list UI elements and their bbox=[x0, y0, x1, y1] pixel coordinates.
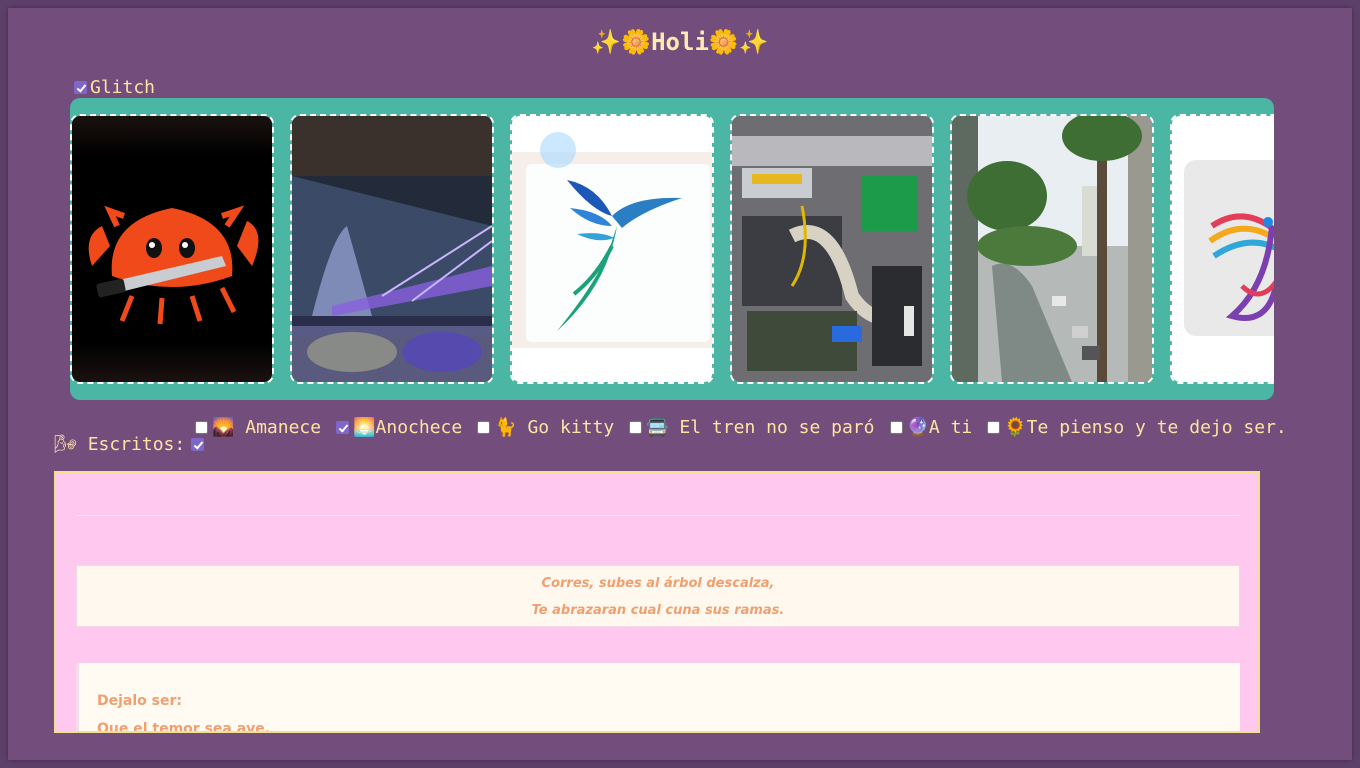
tab-label: 🌻Te pienso y te dejo ser. bbox=[1004, 417, 1287, 438]
gallery-image-computer[interactable] bbox=[730, 114, 934, 384]
tab-checkbox[interactable] bbox=[987, 421, 1001, 434]
gallery-image-bridge[interactable] bbox=[290, 114, 494, 384]
tab-checkbox[interactable] bbox=[336, 421, 350, 434]
tab-checkbox[interactable] bbox=[195, 421, 208, 434]
tab-label: 🌅Anochece bbox=[353, 417, 463, 438]
page-title: ✨🌼Holi🌼✨ bbox=[591, 28, 769, 56]
writings-checkbox[interactable] bbox=[191, 438, 205, 451]
tab-el-tren[interactable]: 🚍 El tren no se paró bbox=[629, 417, 875, 438]
writings-label: 🌬 Escritos: bbox=[54, 434, 186, 455]
tab-a-ti[interactable]: 🔮A ti bbox=[889, 417, 973, 438]
gallery-image-hummingbird[interactable] bbox=[510, 114, 714, 384]
tab-amanece[interactable]: 🌄 Amanece bbox=[195, 417, 321, 438]
image-gallery[interactable] bbox=[70, 98, 1274, 400]
poem-stanza-2: Dejalo ser: Que el temor sea ave. bbox=[76, 663, 1240, 733]
glitch-label: Glitch bbox=[90, 77, 156, 98]
divider bbox=[76, 515, 1240, 516]
glitch-toggle[interactable]: Glitch bbox=[74, 77, 155, 98]
glitch-checkbox[interactable] bbox=[74, 81, 87, 94]
poem-line: Te abrazaran cual cuna sus ramas. bbox=[531, 603, 785, 618]
tab-label: 🚍 El tren no se paró bbox=[646, 417, 875, 438]
poem-stanza-1: Corres, subes al árbol descalza, Te abra… bbox=[76, 565, 1240, 627]
poem-line: Que el temor sea ave. bbox=[97, 721, 271, 733]
tab-checkbox[interactable] bbox=[477, 421, 491, 434]
tab-te-pienso[interactable]: 🌻Te pienso y te dejo ser. bbox=[987, 417, 1287, 438]
gallery-image-colorful-bird[interactable] bbox=[1170, 114, 1274, 384]
tab-label: 🌄 Amanece bbox=[212, 417, 322, 438]
tab-checkbox[interactable] bbox=[629, 421, 643, 434]
tab-label: 🐈 Go kitty bbox=[494, 417, 615, 438]
gallery-image-crab[interactable] bbox=[70, 114, 274, 384]
tab-label: 🔮A ti bbox=[906, 417, 973, 438]
writings-tabs: 🌄 Amanece 🌅Anochece 🐈 Go kitty 🚍 El tren… bbox=[195, 417, 1302, 438]
tab-checkbox[interactable] bbox=[889, 421, 903, 434]
writing-content[interactable]: Corres, subes al árbol descalza, Te abra… bbox=[54, 471, 1260, 733]
poem-line: Corres, subes al árbol descalza, bbox=[541, 576, 775, 591]
gallery-image-palms[interactable] bbox=[950, 114, 1154, 384]
tab-go-kitty[interactable]: 🐈 Go kitty bbox=[477, 417, 614, 438]
writings-toggle[interactable]: 🌬 Escritos: bbox=[54, 434, 205, 455]
tab-anochece[interactable]: 🌅Anochece bbox=[336, 417, 462, 438]
poem-line: Dejalo ser: bbox=[97, 693, 182, 709]
